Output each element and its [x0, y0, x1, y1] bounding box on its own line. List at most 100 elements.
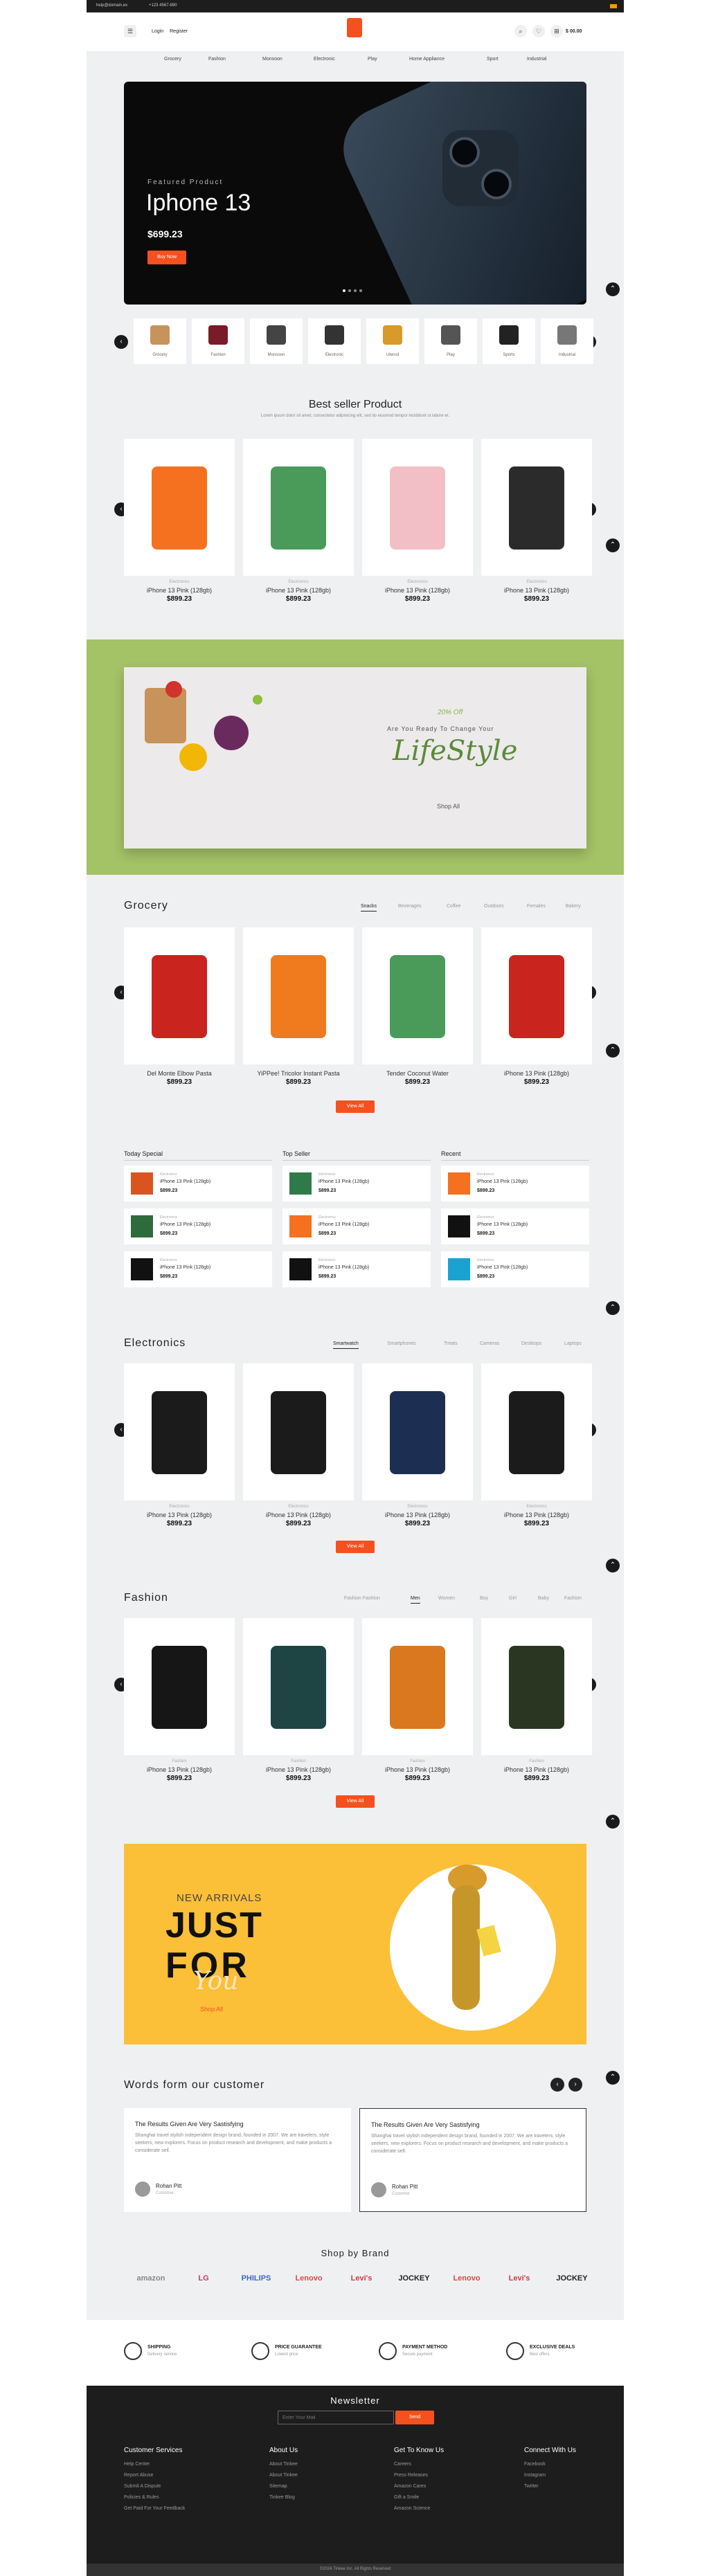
- send-button[interactable]: Send: [395, 2411, 434, 2424]
- category-card-6[interactable]: Sports: [483, 318, 535, 364]
- cart-icon[interactable]: ⊞: [550, 25, 563, 37]
- footer-link[interactable]: About Tinkee: [269, 2462, 298, 2467]
- product-card[interactable]: [124, 1618, 235, 1755]
- product-name[interactable]: iPhone 13 Pink (128gb): [124, 1512, 235, 1518]
- footer-link[interactable]: Submit A Dispute: [124, 2484, 161, 2489]
- logo-icon[interactable]: [347, 18, 362, 37]
- tab-men[interactable]: Men: [411, 1596, 420, 1604]
- tab-treats[interactable]: Treats: [444, 1341, 458, 1346]
- tab-beverages[interactable]: Beverages: [398, 904, 421, 909]
- scroll-top-icon-7[interactable]: ⌃: [606, 2071, 620, 2085]
- category-prev-arrow[interactable]: ‹: [114, 335, 128, 349]
- nav-item-home-appliance[interactable]: Home Appliance: [409, 57, 445, 62]
- product-name[interactable]: iPhone 13 Pink (128gb): [124, 587, 235, 594]
- product-name[interactable]: iPhone 13 Pink (128gb): [481, 587, 592, 594]
- list-item[interactable]: Electronics iPhone 13 Pink (128gb) $899.23: [441, 1165, 589, 1201]
- buy-now-button[interactable]: Buy Now: [147, 251, 186, 264]
- footer-link[interactable]: Tinkee Blog: [269, 2495, 295, 2500]
- search-icon[interactable]: ⌕: [514, 25, 527, 37]
- product-card[interactable]: [362, 1618, 473, 1755]
- tab-baby[interactable]: Baby: [538, 1596, 549, 1601]
- product-card[interactable]: [362, 927, 473, 1064]
- product-name[interactable]: Del Monte Elbow Pasta: [124, 1070, 235, 1077]
- tab-smartwatch[interactable]: Smartwatch: [333, 1341, 359, 1349]
- footer-link[interactable]: Get Paid For Your Feedback: [124, 2506, 185, 2511]
- nav-item-grocery[interactable]: Grocery: [164, 57, 181, 62]
- testimonial-next-arrow[interactable]: ›: [568, 2078, 582, 2092]
- list-item[interactable]: Electronics iPhone 13 Pink (128gb) $899.23: [124, 1208, 272, 1244]
- product-card[interactable]: [243, 439, 354, 576]
- tab-desktops[interactable]: Desktops: [521, 1341, 541, 1346]
- nav-item-play[interactable]: Play: [368, 57, 377, 62]
- product-name[interactable]: iPhone 13 Pink (128gb): [243, 1512, 354, 1518]
- category-card-1[interactable]: Fashion: [192, 318, 244, 364]
- nav-item-sport[interactable]: Sport: [487, 57, 499, 62]
- nav-item-electronic[interactable]: Electronic: [314, 57, 335, 62]
- scroll-top-icon-2[interactable]: ⌃: [606, 538, 620, 552]
- footer-link[interactable]: Gift a Smile: [394, 2495, 419, 2500]
- tab-outdoors[interactable]: Outdoors: [484, 904, 504, 909]
- category-card-3[interactable]: Electronic: [308, 318, 361, 364]
- footer-link[interactable]: Amazon Science: [394, 2506, 431, 2511]
- product-card[interactable]: [481, 439, 592, 576]
- product-name[interactable]: iPhone 13 Pink (128gb): [362, 587, 473, 594]
- brand-logo[interactable]: Levi's: [495, 2274, 544, 2283]
- brand-logo[interactable]: LG: [179, 2274, 228, 2283]
- scroll-top-icon[interactable]: ⌃: [606, 282, 620, 296]
- testimonial-prev-arrow[interactable]: ‹: [550, 2078, 564, 2092]
- scroll-top-icon-4[interactable]: ⌃: [606, 1301, 620, 1315]
- footer-link[interactable]: Amazon Cares: [394, 2484, 426, 2489]
- product-name[interactable]: iPhone 13 Pink (128gb): [481, 1766, 592, 1773]
- category-card-5[interactable]: Play: [424, 318, 477, 364]
- product-name[interactable]: iPhone 13 Pink (128gb): [243, 587, 354, 594]
- tab-females[interactable]: Females: [527, 904, 546, 909]
- tab-laptops[interactable]: Laptops: [564, 1341, 582, 1346]
- tab-girl[interactable]: Girl: [509, 1596, 517, 1601]
- product-card[interactable]: [243, 1363, 354, 1500]
- scroll-top-icon-3[interactable]: ⌃: [606, 1044, 620, 1058]
- scroll-top-icon-5[interactable]: ⌃: [606, 1559, 620, 1572]
- heart-icon[interactable]: ♡: [532, 25, 545, 37]
- product-card[interactable]: [481, 927, 592, 1064]
- product-name[interactable]: iPhone 13 Pink (128gb): [243, 1766, 354, 1773]
- tab-fashion-fashion[interactable]: Fashion Fashion: [344, 1596, 380, 1601]
- brand-logo[interactable]: Lenovo: [285, 2274, 333, 2283]
- product-name[interactable]: YiPPee! Tricolor Instant Pasta: [243, 1070, 354, 1077]
- arrivals-shop-all[interactable]: Shop All: [200, 2006, 223, 2013]
- category-card-4[interactable]: Utensil: [366, 318, 419, 364]
- tab-cameras[interactable]: Cameras: [480, 1341, 499, 1346]
- list-item[interactable]: Electronics iPhone 13 Pink (128gb) $899.23: [282, 1165, 431, 1201]
- product-name[interactable]: Tender Coconut Water: [362, 1070, 473, 1077]
- list-item[interactable]: Electronics iPhone 13 Pink (128gb) $899.23: [441, 1251, 589, 1287]
- product-name[interactable]: iPhone 13 Pink (128gb): [481, 1070, 592, 1077]
- product-name[interactable]: iPhone 13 Pink (128gb): [362, 1766, 473, 1773]
- list-item[interactable]: Electronics iPhone 13 Pink (128gb) $899.23: [124, 1251, 272, 1287]
- scroll-top-icon-6[interactable]: ⌃: [606, 1815, 620, 1829]
- product-name[interactable]: iPhone 13 Pink (128gb): [124, 1766, 235, 1773]
- product-card[interactable]: [124, 439, 235, 576]
- product-card[interactable]: [243, 927, 354, 1064]
- tab-boy[interactable]: Boy: [480, 1596, 488, 1601]
- product-card[interactable]: [362, 439, 473, 576]
- list-item[interactable]: Electronics iPhone 13 Pink (128gb) $899.23: [282, 1251, 431, 1287]
- tab-bakery[interactable]: Bakery: [566, 904, 581, 909]
- tab-fashion[interactable]: Fashion: [564, 1596, 582, 1601]
- hero-dots[interactable]: [343, 289, 368, 292]
- footer-link[interactable]: Press Releases: [394, 2473, 428, 2478]
- category-card-2[interactable]: Monsoon: [250, 318, 303, 364]
- product-card[interactable]: [124, 1363, 235, 1500]
- product-card[interactable]: [243, 1618, 354, 1755]
- product-card[interactable]: [362, 1363, 473, 1500]
- nav-item-industrial[interactable]: Industrial: [527, 57, 546, 62]
- list-item[interactable]: Electronics iPhone 13 Pink (128gb) $899.23: [124, 1165, 272, 1201]
- tab-snacks[interactable]: Snacks: [361, 904, 377, 911]
- register-link[interactable]: Register: [170, 29, 188, 34]
- brand-logo[interactable]: Lenovo: [442, 2274, 491, 2283]
- brand-logo[interactable]: PHILIPS: [232, 2274, 280, 2283]
- list-item[interactable]: Electronics iPhone 13 Pink (128gb) $899.23: [441, 1208, 589, 1244]
- footer-link[interactable]: Twitter: [524, 2484, 539, 2489]
- footer-link[interactable]: Facebook: [524, 2462, 546, 2467]
- lifestyle-shop-all[interactable]: Shop All: [437, 803, 460, 810]
- nav-item-fashion[interactable]: Fashion: [208, 57, 226, 62]
- footer-link[interactable]: About Tinkee: [269, 2473, 298, 2478]
